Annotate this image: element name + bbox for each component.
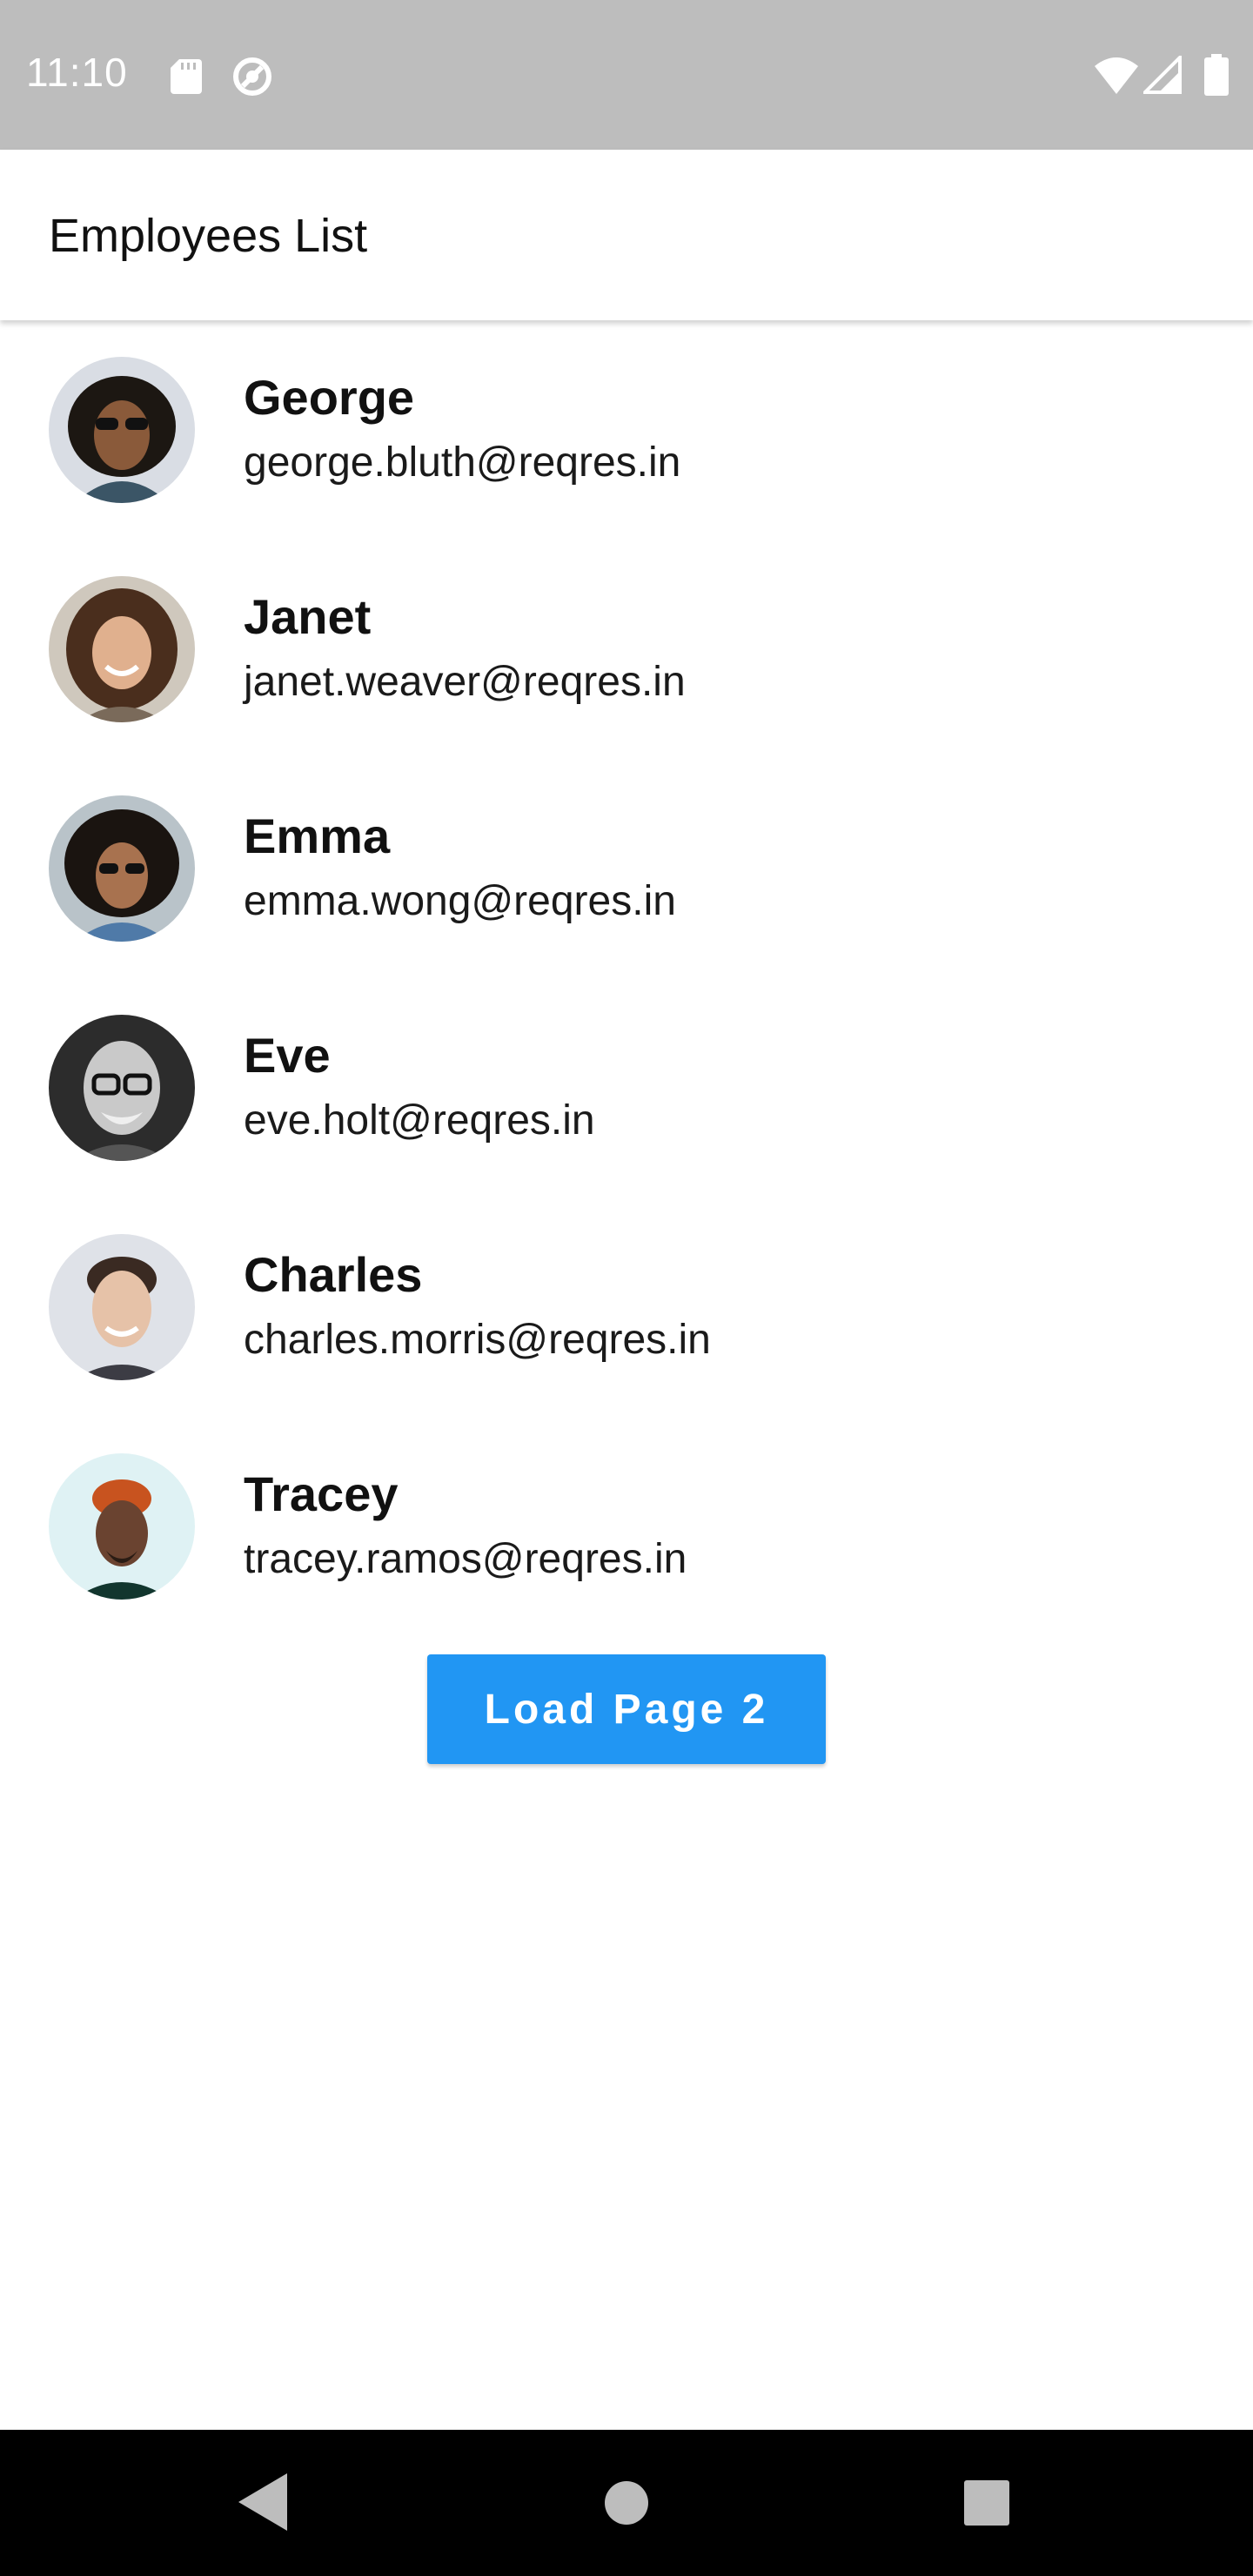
signal-icon (1143, 56, 1182, 94)
sd-card-icon (171, 59, 202, 94)
wifi-icon (1095, 57, 1138, 94)
battery-icon (1204, 54, 1229, 96)
employee-item[interactable]: Emma emma.wong@reqres.in (0, 759, 1253, 978)
employee-item[interactable]: Eve eve.holt@reqres.in (0, 978, 1253, 1197)
employee-item[interactable]: Tracey tracey.ramos@reqres.in (0, 1417, 1253, 1636)
avatar (49, 1015, 195, 1161)
avatar (49, 795, 195, 942)
avatar (49, 576, 195, 722)
avatar (49, 1234, 195, 1380)
employee-email: charles.morris@reqres.in (244, 1317, 711, 1363)
employee-email: tracey.ramos@reqres.in (244, 1536, 687, 1582)
avatar (49, 1453, 195, 1600)
sync-icon (233, 57, 271, 96)
avatar (49, 357, 195, 503)
employee-name: Charles (244, 1247, 423, 1302)
employee-name: Eve (244, 1028, 331, 1083)
employee-item[interactable]: Janet janet.weaver@reqres.in (0, 540, 1253, 759)
navigation-bar (0, 2430, 1253, 2576)
employee-name: Janet (244, 589, 372, 644)
home-icon[interactable] (604, 2480, 649, 2526)
recents-icon[interactable] (964, 2480, 1009, 2526)
employee-name: Tracey (244, 1466, 399, 1521)
employee-email: emma.wong@reqres.in (244, 878, 676, 924)
app-bar: Employees List (0, 150, 1253, 320)
employee-email: janet.weaver@reqres.in (244, 659, 686, 705)
employee-item[interactable]: Charles charles.morris@reqres.in (0, 1197, 1253, 1417)
status-bar: 11:10 (0, 0, 1253, 150)
page-title: Employees List (49, 210, 368, 262)
employee-email: george.bluth@reqres.in (244, 439, 681, 486)
employee-item[interactable]: George george.bluth@reqres.in (0, 320, 1253, 540)
status-time: 11:10 (26, 50, 128, 95)
load-page-button[interactable]: Load Page 2 (427, 1654, 826, 1764)
employee-email: eve.holt@reqres.in (244, 1097, 595, 1144)
back-icon[interactable] (237, 2472, 289, 2532)
employee-name: George (244, 370, 415, 425)
employee-name: Emma (244, 808, 391, 863)
